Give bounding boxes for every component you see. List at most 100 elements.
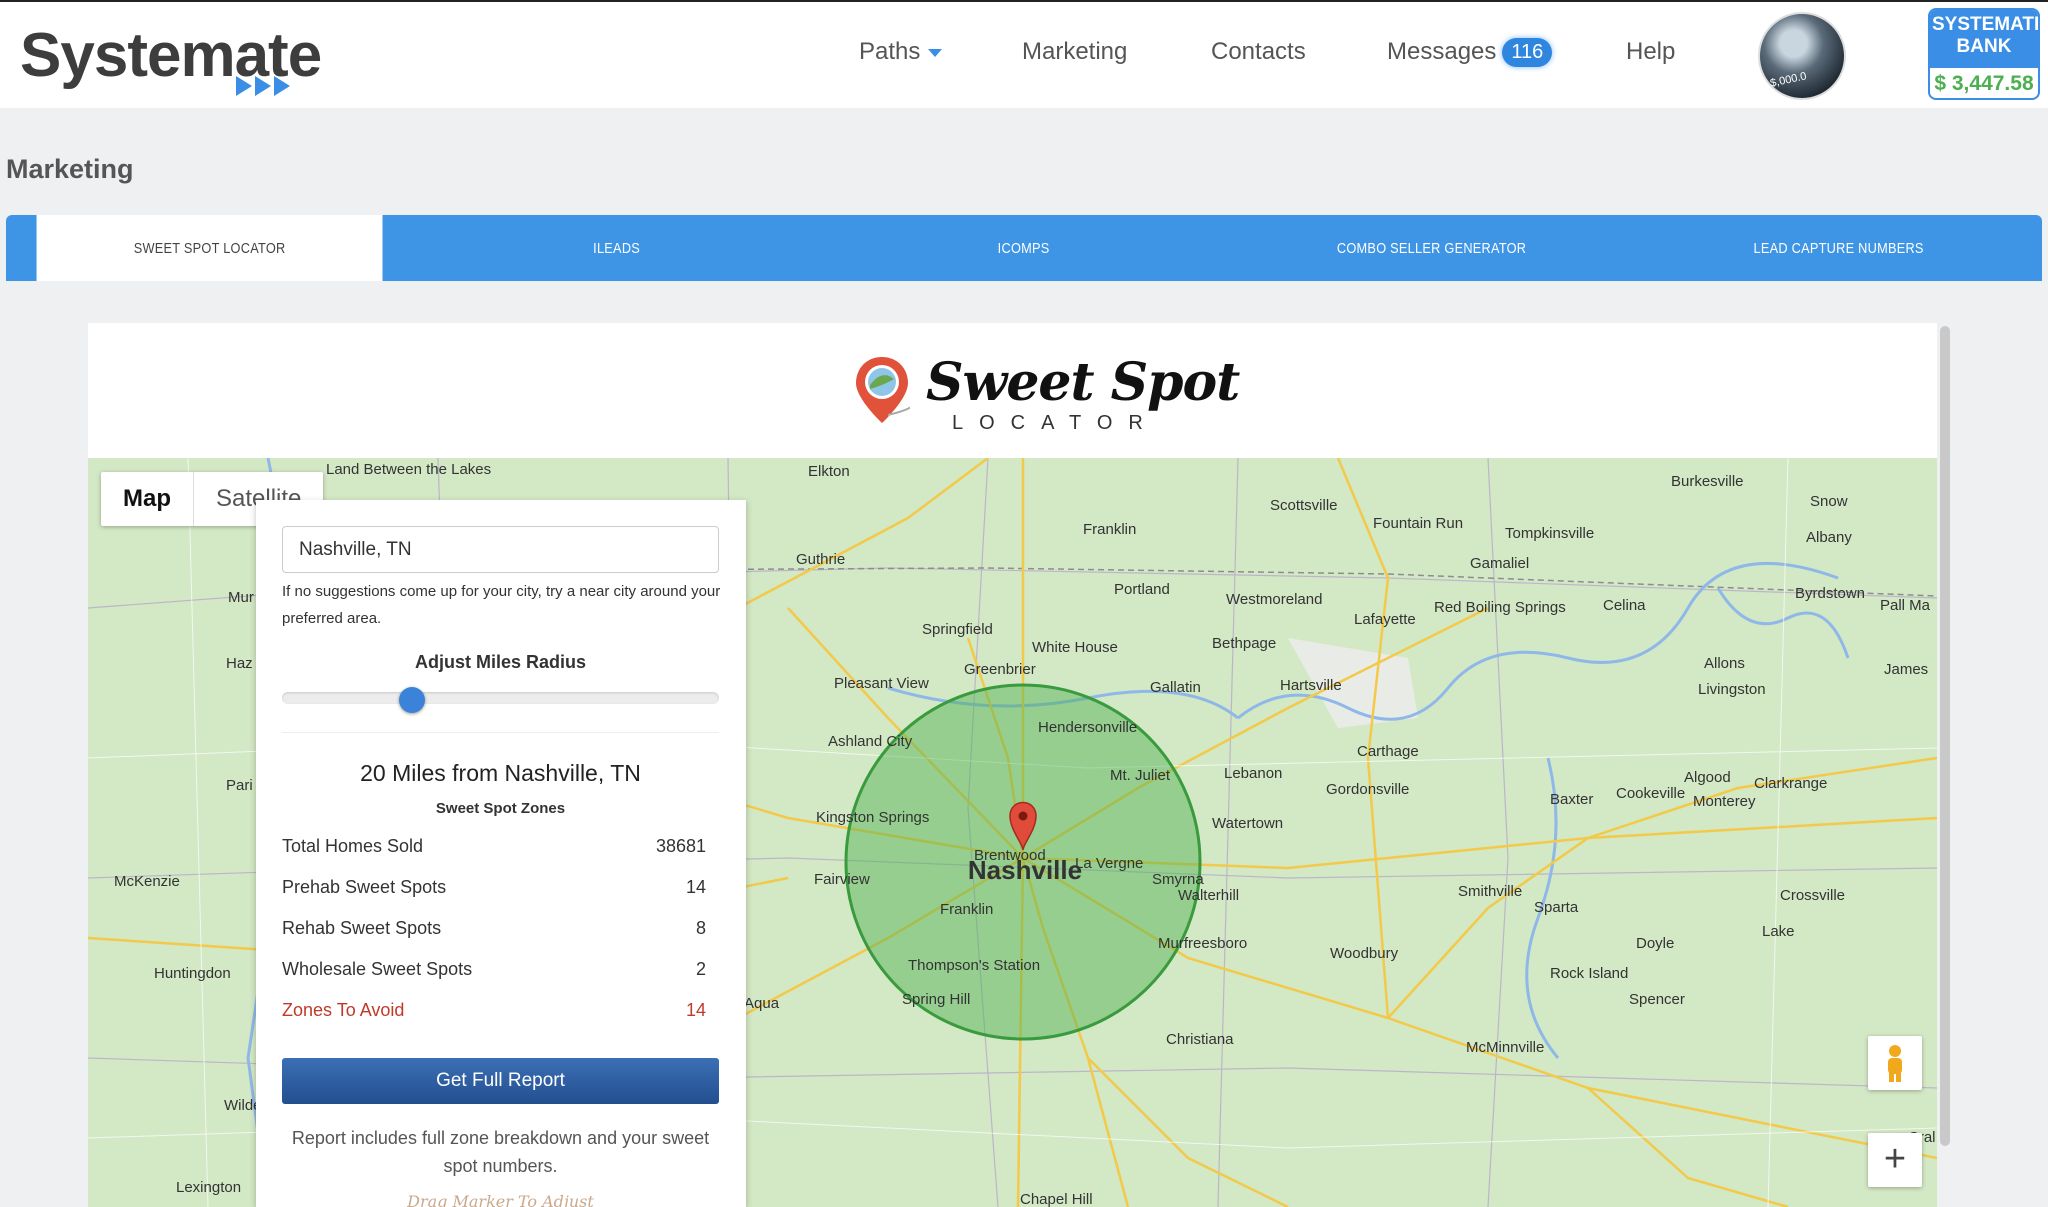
map-place: Westmoreland: [1226, 591, 1322, 608]
map-place: Haz: [226, 655, 253, 672]
stat-label: Total Homes Sold: [282, 836, 424, 856]
map-place: Cookeville: [1616, 785, 1685, 802]
city-search-input[interactable]: [282, 526, 719, 573]
map-place: Gallatin: [1150, 679, 1201, 696]
map-place: Portland: [1114, 581, 1170, 598]
nav-paths[interactable]: Paths: [859, 38, 943, 66]
map-place: Thompson's Station: [908, 957, 1040, 974]
city-hint-text: If no suggestions come up for your city,…: [282, 583, 721, 627]
sweet-spot-logo-title: Sweet Spot: [926, 352, 1240, 413]
nav-paths-label: Paths: [859, 38, 921, 65]
map-place: Tompkinsville: [1505, 525, 1594, 542]
stat-label: Wholesale Sweet Spots: [282, 959, 473, 979]
map-place: Brentwood: [974, 847, 1046, 864]
map-place: Spencer: [1629, 991, 1685, 1008]
nav-messages[interactable]: Messages 116: [1387, 38, 1553, 68]
messages-count-badge: 116: [1502, 38, 1553, 68]
avatar-caption: $,000.0: [1769, 70, 1808, 90]
map-place: Franklin: [1083, 521, 1136, 538]
map-place: Fairview: [814, 871, 870, 888]
stat-label: Rehab Sweet Spots: [282, 918, 442, 938]
map-place: Greenbrier: [964, 661, 1036, 678]
systemate-bank-widget[interactable]: SYSTEMATE BANK $ 3,447.58: [1928, 8, 2040, 100]
map-place: Lexington: [176, 1179, 241, 1196]
tab-lead-capture-numbers[interactable]: LEAD CAPTURE NUMBERS: [1665, 215, 2011, 281]
map-place: Ashland City: [828, 733, 913, 750]
street-view-pegman-icon[interactable]: [1868, 1036, 1922, 1090]
map-place: Aqua: [744, 995, 780, 1012]
marketing-tabs: SWEET SPOT LOCATOR ILEADS ICOMPS COMBO S…: [6, 215, 2042, 281]
map-place: Elkton: [808, 463, 850, 480]
map-place: Algood: [1684, 769, 1731, 786]
avatar[interactable]: $,000.0: [1758, 12, 1846, 100]
map-place: Walterhill: [1178, 887, 1239, 904]
nav-contacts[interactable]: Contacts: [1211, 38, 1306, 66]
tab-sweet-spot-locator[interactable]: SWEET SPOT LOCATOR: [36, 215, 383, 281]
sweet-spot-zones-label: Sweet Spot Zones: [435, 800, 566, 817]
map-place: La Vergne: [1075, 855, 1143, 872]
bank-subtitle: BANK: [1956, 36, 2012, 57]
scrollbar[interactable]: [1940, 326, 1950, 1146]
map-place: Byrdstown: [1795, 585, 1865, 602]
map-place: Bethpage: [1212, 635, 1276, 652]
map-place: Kingston Springs: [816, 809, 929, 826]
map-place: Mt. Juliet: [1110, 767, 1171, 784]
map-place: Baxter: [1550, 791, 1593, 808]
tab-combo-seller-generator[interactable]: COMBO SELLER GENERATOR: [1258, 215, 1604, 281]
map-place: Pari: [226, 777, 253, 794]
map-place: James: [1884, 661, 1928, 678]
tab-ileads[interactable]: ILEADS: [444, 215, 790, 281]
map-place: Pleasant View: [834, 675, 929, 692]
get-full-report-button[interactable]: Get Full Report: [282, 1058, 719, 1104]
stat-rehab-sweet-spots: Rehab Sweet Spots 8: [282, 918, 706, 939]
map-place: Hendersonville: [1038, 719, 1137, 736]
stat-label: Prehab Sweet Spots: [282, 877, 447, 897]
map-place: Carthage: [1357, 743, 1419, 760]
map-place: Chapel Hill: [1020, 1191, 1093, 1207]
map-place: Rock Island: [1550, 965, 1628, 982]
map-place: Huntingdon: [154, 965, 231, 982]
location-pin-logo-icon: [856, 357, 910, 423]
map-place: McKenzie: [114, 873, 180, 890]
tab-icomps[interactable]: ICOMPS: [851, 215, 1197, 281]
sweet-spot-logo-subtitle: LOCATOR: [952, 412, 1159, 434]
nav-help[interactable]: Help: [1626, 38, 1675, 66]
page-title: Marketing: [6, 154, 134, 184]
map-place: Burkesville: [1671, 473, 1744, 490]
radius-slider-track[interactable]: [282, 692, 719, 704]
map-place: Gordonsville: [1326, 781, 1409, 798]
map-place: Mur: [228, 589, 254, 606]
map-place: Smyrna: [1152, 871, 1204, 888]
map-place: Celina: [1603, 597, 1646, 614]
map-place: Sparta: [1534, 899, 1579, 916]
brand-logo-arrows-icon: [236, 76, 290, 96]
map-place: Smithville: [1458, 883, 1522, 900]
map-place: Crossville: [1780, 887, 1845, 904]
map-place: Land Between the Lakes: [326, 461, 491, 478]
bank-balance: $ 3,447.58: [1934, 72, 2034, 95]
map-place: Allons: [1704, 655, 1745, 672]
nav-marketing[interactable]: Marketing: [1022, 38, 1127, 66]
map-place: Franklin: [940, 901, 993, 918]
bank-title: SYSTEMATE: [1932, 14, 2040, 35]
map-place: Monterey: [1693, 793, 1756, 810]
stat-value: 8: [695, 918, 706, 938]
map-place: Watertown: [1212, 815, 1283, 832]
map-place: Christiana: [1166, 1031, 1234, 1048]
map-place: Pall Ma: [1880, 597, 1931, 614]
map-place: Guthrie: [796, 551, 845, 568]
map-place: Hartsville: [1280, 677, 1342, 694]
stat-total-homes-sold: Total Homes Sold 38681: [282, 836, 706, 857]
map-place: Fountain Run: [1373, 515, 1463, 532]
map-place: Snow: [1810, 493, 1848, 510]
map-type-map-button[interactable]: Map: [101, 472, 194, 526]
stat-value: 14: [685, 1000, 706, 1020]
map-place: Woodbury: [1330, 945, 1399, 962]
map-place: Red Boiling Springs: [1434, 599, 1566, 616]
zoom-in-button[interactable]: +: [1868, 1133, 1922, 1187]
map-place: Lebanon: [1224, 765, 1282, 782]
nav-messages-label: Messages: [1387, 38, 1497, 65]
report-note: Report includes full zone breakdown and …: [291, 1128, 710, 1176]
map-place: Lake: [1762, 923, 1795, 940]
map-place: Springfield: [922, 621, 993, 638]
